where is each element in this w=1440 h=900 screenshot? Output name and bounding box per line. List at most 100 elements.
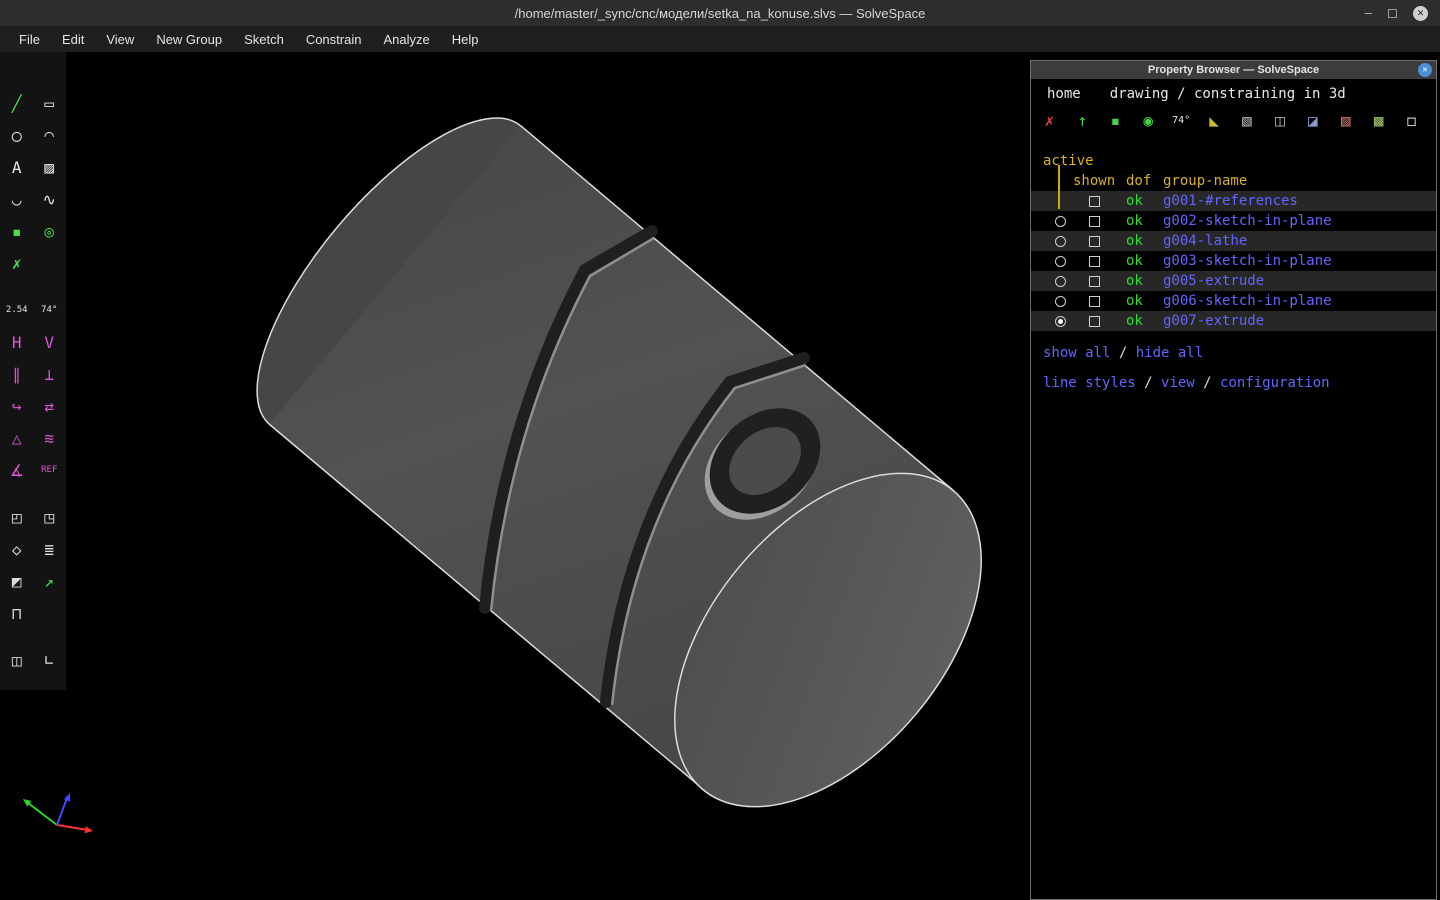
active-group-line [1058,165,1060,209]
toggle-points-icon[interactable]: ▪ [1103,107,1128,133]
menu-help[interactable]: Help [441,26,490,52]
toggle-hidden-lines-icon[interactable]: ▨ [1333,107,1358,133]
arc-tool-icon[interactable]: ◠ [35,120,65,150]
toggle-faces-icon[interactable]: ▩ [1366,107,1391,133]
lathe-group-icon[interactable]: ◳ [35,502,65,532]
toolbar-empty-cell [35,248,65,278]
hide-all-link[interactable]: hide all [1136,345,1203,361]
group-name-link[interactable]: g004-lathe [1159,233,1436,249]
tangent-constraint-icon[interactable]: ↪ [2,391,32,421]
show-hide-links: show all / hide all [1031,343,1436,363]
minimize-button[interactable]: – [1365,6,1372,19]
step-rotate-group-icon[interactable]: ≣ [35,534,65,564]
coincident-constraint-icon[interactable]: ⇄ [35,391,65,421]
property-browser-close-button[interactable]: ✕ [1418,63,1432,77]
line-styles-link[interactable]: line styles [1043,375,1136,391]
toggle-edges-icon[interactable]: ◫ [1267,107,1292,133]
menu-constrain[interactable]: Constrain [295,26,373,52]
toolbar-row: HV [2,326,64,358]
property-browser-titlebar[interactable]: Property Browser — SolveSpace ✕ [1031,61,1436,79]
window-title: /home/master/_sync/cnc/модели/setka_na_k… [514,5,926,21]
other-angle-constraint-icon[interactable]: ∡ [2,455,32,485]
group-name-link[interactable]: g006-sketch-in-plane [1159,293,1436,309]
parallel-curves-constraint-icon[interactable]: ≋ [35,423,65,453]
group-active-radio[interactable] [1054,295,1066,307]
toggle-outlines-icon[interactable]: ◣ [1202,107,1227,133]
toggle-construction-icon[interactable]: ◉ [1136,107,1161,133]
bezier-tool-icon[interactable]: ∿ [35,184,65,214]
active-label: active [1043,153,1094,169]
toggle-shaded-icon[interactable]: ▧ [1235,107,1260,133]
tangent-arc-tool-icon[interactable]: ◡ [2,184,32,214]
link-file-icon[interactable]: ◫ [2,645,32,675]
menu-new-group[interactable]: New Group [145,26,233,52]
bounding-box-icon[interactable]: ⊓ [2,598,32,628]
link-separator: / [1110,345,1136,361]
parallel-constraint-icon[interactable]: ∥ [2,359,32,389]
split-curves-tool-icon[interactable]: ✗ [2,248,32,278]
group-shown-checkbox[interactable] [1089,295,1100,307]
group-name-link[interactable]: g003-sketch-in-plane [1159,253,1436,269]
model-cylinder[interactable] [212,77,1041,863]
rectangle-tool-icon[interactable]: ▭ [35,88,65,118]
horizontal-constraint-icon[interactable]: H [2,327,32,357]
group-shown-checkbox[interactable] [1089,195,1100,207]
group-active-radio[interactable] [1054,315,1066,327]
group-name-link[interactable]: g005-extrude [1159,273,1436,289]
menu-edit[interactable]: Edit [51,26,95,52]
sketch-in-3d-icon[interactable]: ↗ [35,566,65,596]
line-segment-tool-icon[interactable]: ╱ [2,88,32,118]
group-shown-cell [1083,315,1119,327]
group-active-radio[interactable] [1054,215,1066,227]
group-active-radio[interactable] [1054,255,1066,267]
group-name-link[interactable]: g007-extrude [1159,313,1436,329]
toggle-workplanes-icon[interactable]: ✗ [1037,107,1062,133]
close-button[interactable]: ✕ [1413,5,1428,21]
group-shown-checkbox[interactable] [1089,255,1100,267]
toolbar-row: ◰ ◳ [2,501,64,533]
mode-label[interactable]: drawing / constraining in 3d [1110,86,1346,102]
group-active-radio[interactable] [1054,235,1066,247]
datum-point-tool-icon[interactable]: ▪ [2,216,32,246]
toggle-normals-icon[interactable]: ↑ [1070,107,1095,133]
reference-dimension-icon[interactable]: REF [35,455,65,485]
group-active-cell [1037,275,1083,287]
config-links: line styles / view / configuration [1031,373,1436,393]
view-link[interactable]: view [1161,375,1195,391]
corner-icon[interactable]: ∟ [35,645,65,675]
group-shown-cell [1083,295,1119,307]
toggle-occluded-icon[interactable]: ◻ [1399,107,1424,133]
group-shown-checkbox[interactable] [1089,275,1100,287]
text-tool-icon[interactable]: A [2,152,32,182]
equal-constraint-icon[interactable]: △ [2,423,32,453]
group-shown-checkbox[interactable] [1089,215,1100,227]
toggle-mesh-icon[interactable]: ◪ [1300,107,1325,133]
home-link[interactable]: home [1047,86,1081,102]
perpendicular-constraint-icon[interactable]: ⊥ [35,359,65,389]
group-shown-checkbox[interactable] [1089,315,1100,327]
group-name-link[interactable]: g001-#references [1159,193,1436,209]
group-row: ok g006-sketch-in-plane [1031,291,1436,311]
menu-sketch[interactable]: Sketch [233,26,295,52]
window-controls: – ✕ [1365,5,1428,21]
construction-tool-icon[interactable]: ◎ [35,216,65,246]
configuration-link[interactable]: configuration [1220,375,1330,391]
maximize-button[interactable] [1388,8,1397,18]
angle-constraint-icon[interactable]: 74° [35,295,65,325]
group-name-link[interactable]: g002-sketch-in-plane [1159,213,1436,229]
circle-tool-icon[interactable]: ◯ [2,120,32,150]
group-active-radio[interactable] [1054,275,1066,287]
group-shown-checkbox[interactable] [1089,235,1100,247]
show-all-link[interactable]: show all [1043,345,1110,361]
menu-view[interactable]: View [95,26,145,52]
extrude-group-icon[interactable]: ◰ [2,502,32,532]
toggle-dimensions-icon[interactable]: 74° [1169,107,1194,133]
menu-file[interactable]: File [8,26,51,52]
sketch-in-plane-icon[interactable]: ◩ [2,566,32,596]
property-browser-title: Property Browser — SolveSpace [1147,64,1320,76]
translate-group-icon[interactable]: ◇ [2,534,32,564]
image-tool-icon[interactable]: ▨ [35,152,65,182]
vertical-constraint-icon[interactable]: V [35,327,65,357]
menu-analyze[interactable]: Analyze [372,26,440,52]
distance-constraint-icon[interactable]: 2.54 [2,295,32,325]
